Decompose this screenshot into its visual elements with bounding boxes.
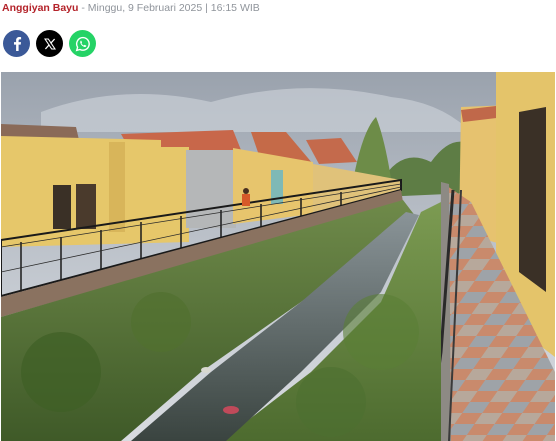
article-byline: Anggiyan Bayu - Minggu, 9 Februari 2025 … bbox=[2, 2, 260, 14]
publish-date: Minggu, 9 Februari 2025 | 16:15 WIB bbox=[87, 2, 260, 14]
bush bbox=[21, 332, 101, 412]
article-photo bbox=[1, 72, 555, 441]
share-bar bbox=[3, 30, 96, 57]
house-left-wall-side bbox=[109, 142, 125, 232]
share-x-button[interactable] bbox=[36, 30, 63, 57]
trash bbox=[201, 367, 211, 373]
author-link[interactable]: Anggiyan Bayu bbox=[2, 2, 78, 14]
bush bbox=[296, 367, 366, 437]
house-left-door bbox=[53, 185, 71, 229]
canal-photo bbox=[1, 72, 555, 441]
facebook-icon bbox=[13, 37, 21, 51]
share-facebook-button[interactable] bbox=[3, 30, 30, 57]
house-right-door bbox=[519, 107, 546, 292]
house-left-window bbox=[76, 184, 96, 229]
trash bbox=[223, 406, 239, 414]
share-whatsapp-button[interactable] bbox=[69, 30, 96, 57]
bush bbox=[131, 292, 191, 352]
worker bbox=[242, 194, 250, 206]
whatsapp-icon bbox=[75, 36, 90, 51]
x-icon bbox=[43, 37, 56, 50]
worker-head bbox=[243, 188, 249, 194]
bush bbox=[343, 294, 419, 370]
byline-separator: - bbox=[78, 2, 88, 14]
